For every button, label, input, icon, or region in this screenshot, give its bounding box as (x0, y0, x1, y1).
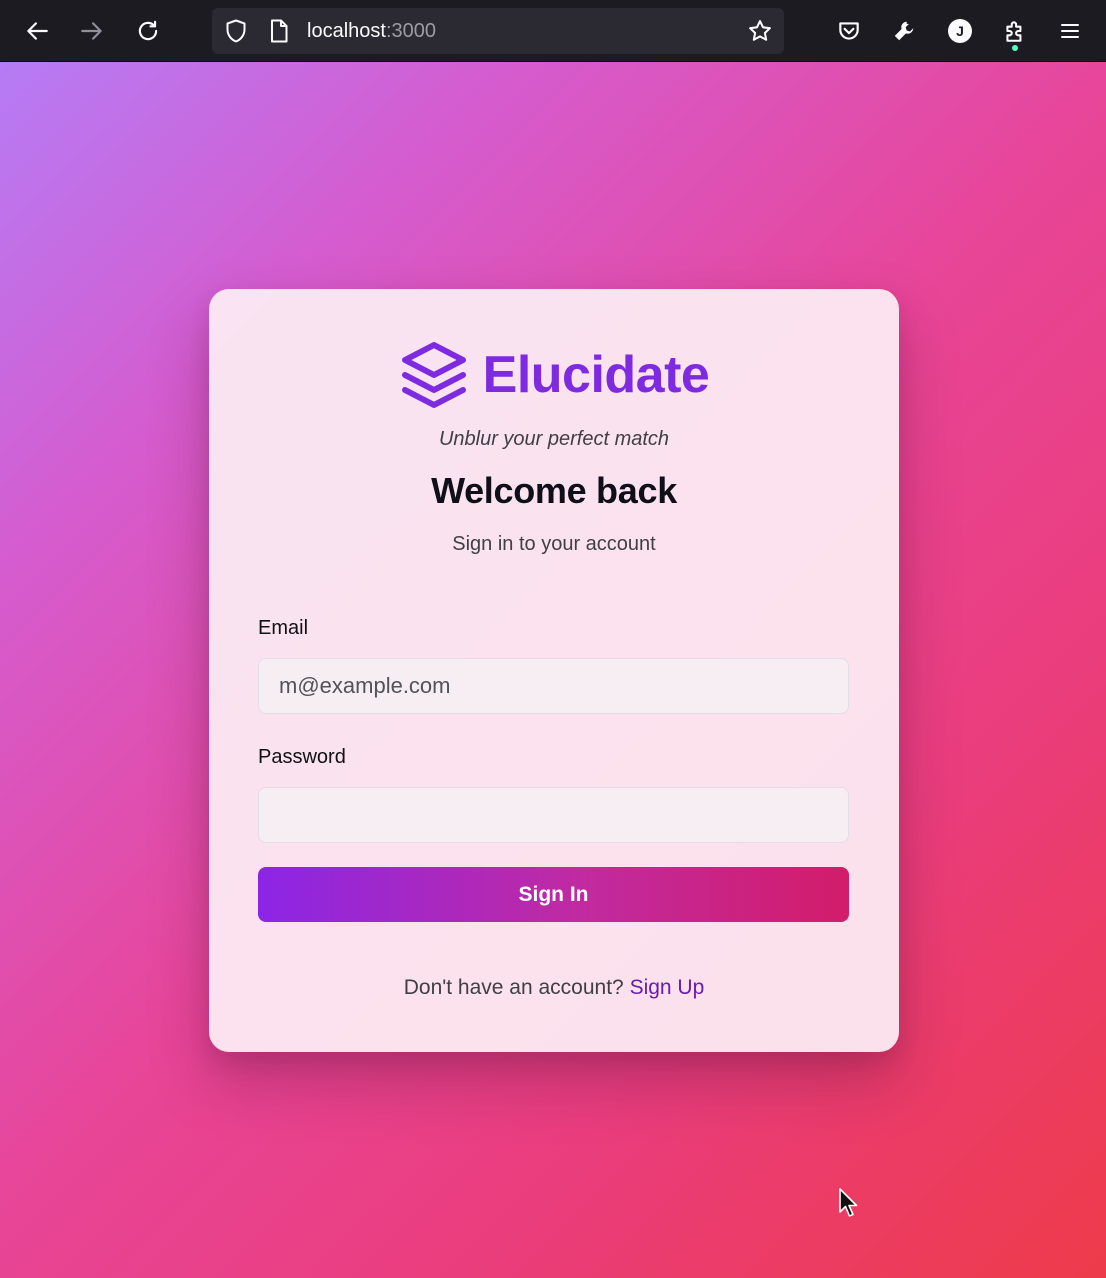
page-subtitle: Sign in to your account (452, 533, 656, 555)
browser-toolbar: localhost:3000 J (0, 0, 1106, 62)
email-label: Email (258, 617, 309, 639)
extensions-button[interactable] (998, 14, 1032, 51)
star-icon (749, 20, 771, 41)
reload-button[interactable] (131, 14, 165, 48)
extension-status-dot (1012, 45, 1018, 51)
forward-button[interactable] (75, 14, 109, 48)
url-text[interactable]: localhost:3000 (307, 20, 436, 42)
brand-name: Elucidate (482, 346, 710, 404)
brand: Elucidate (209, 341, 899, 409)
url-port: :3000 (385, 20, 436, 42)
arrow-right-icon (81, 22, 102, 40)
page-viewport: Elucidate Unblur your perfect match Welc… (0, 62, 1106, 1278)
email-field[interactable] (258, 658, 849, 714)
reload-icon (138, 20, 158, 41)
bookmark-button[interactable] (743, 14, 777, 48)
url-bar[interactable]: localhost:3000 (212, 8, 784, 54)
url-host: localhost (307, 20, 386, 42)
sign-up-link[interactable]: Sign Up (630, 976, 705, 999)
back-button[interactable] (20, 14, 54, 48)
pocket-icon (839, 22, 859, 40)
password-label: Password (258, 746, 346, 768)
mouse-cursor-icon (839, 1188, 858, 1217)
password-field[interactable] (258, 787, 849, 843)
arrow-left-icon (27, 22, 48, 40)
sign-in-card: Elucidate Unblur your perfect match Welc… (209, 289, 899, 1052)
signup-prompt: Don't have an account? Sign Up (209, 975, 899, 1001)
signup-prompt-text: Don't have an account? (403, 976, 630, 999)
shield-icon (226, 19, 246, 43)
devtools-button[interactable] (887, 14, 921, 48)
wrench-icon (894, 21, 914, 41)
page-info-button[interactable] (262, 14, 296, 48)
pocket-button[interactable] (832, 14, 866, 48)
hamburger-menu-icon (1061, 24, 1079, 38)
puzzle-icon (1006, 21, 1022, 42)
avatar: J (948, 19, 972, 43)
tracking-protection-button[interactable] (219, 14, 253, 48)
page-icon (271, 19, 288, 43)
sign-in-button[interactable]: Sign In (258, 867, 849, 922)
account-button[interactable]: J (943, 14, 977, 48)
layers-icon (401, 342, 466, 408)
app-menu-button[interactable] (1053, 14, 1087, 48)
page-title: Welcome back (431, 470, 677, 511)
tagline: Unblur your perfect match (438, 428, 670, 450)
